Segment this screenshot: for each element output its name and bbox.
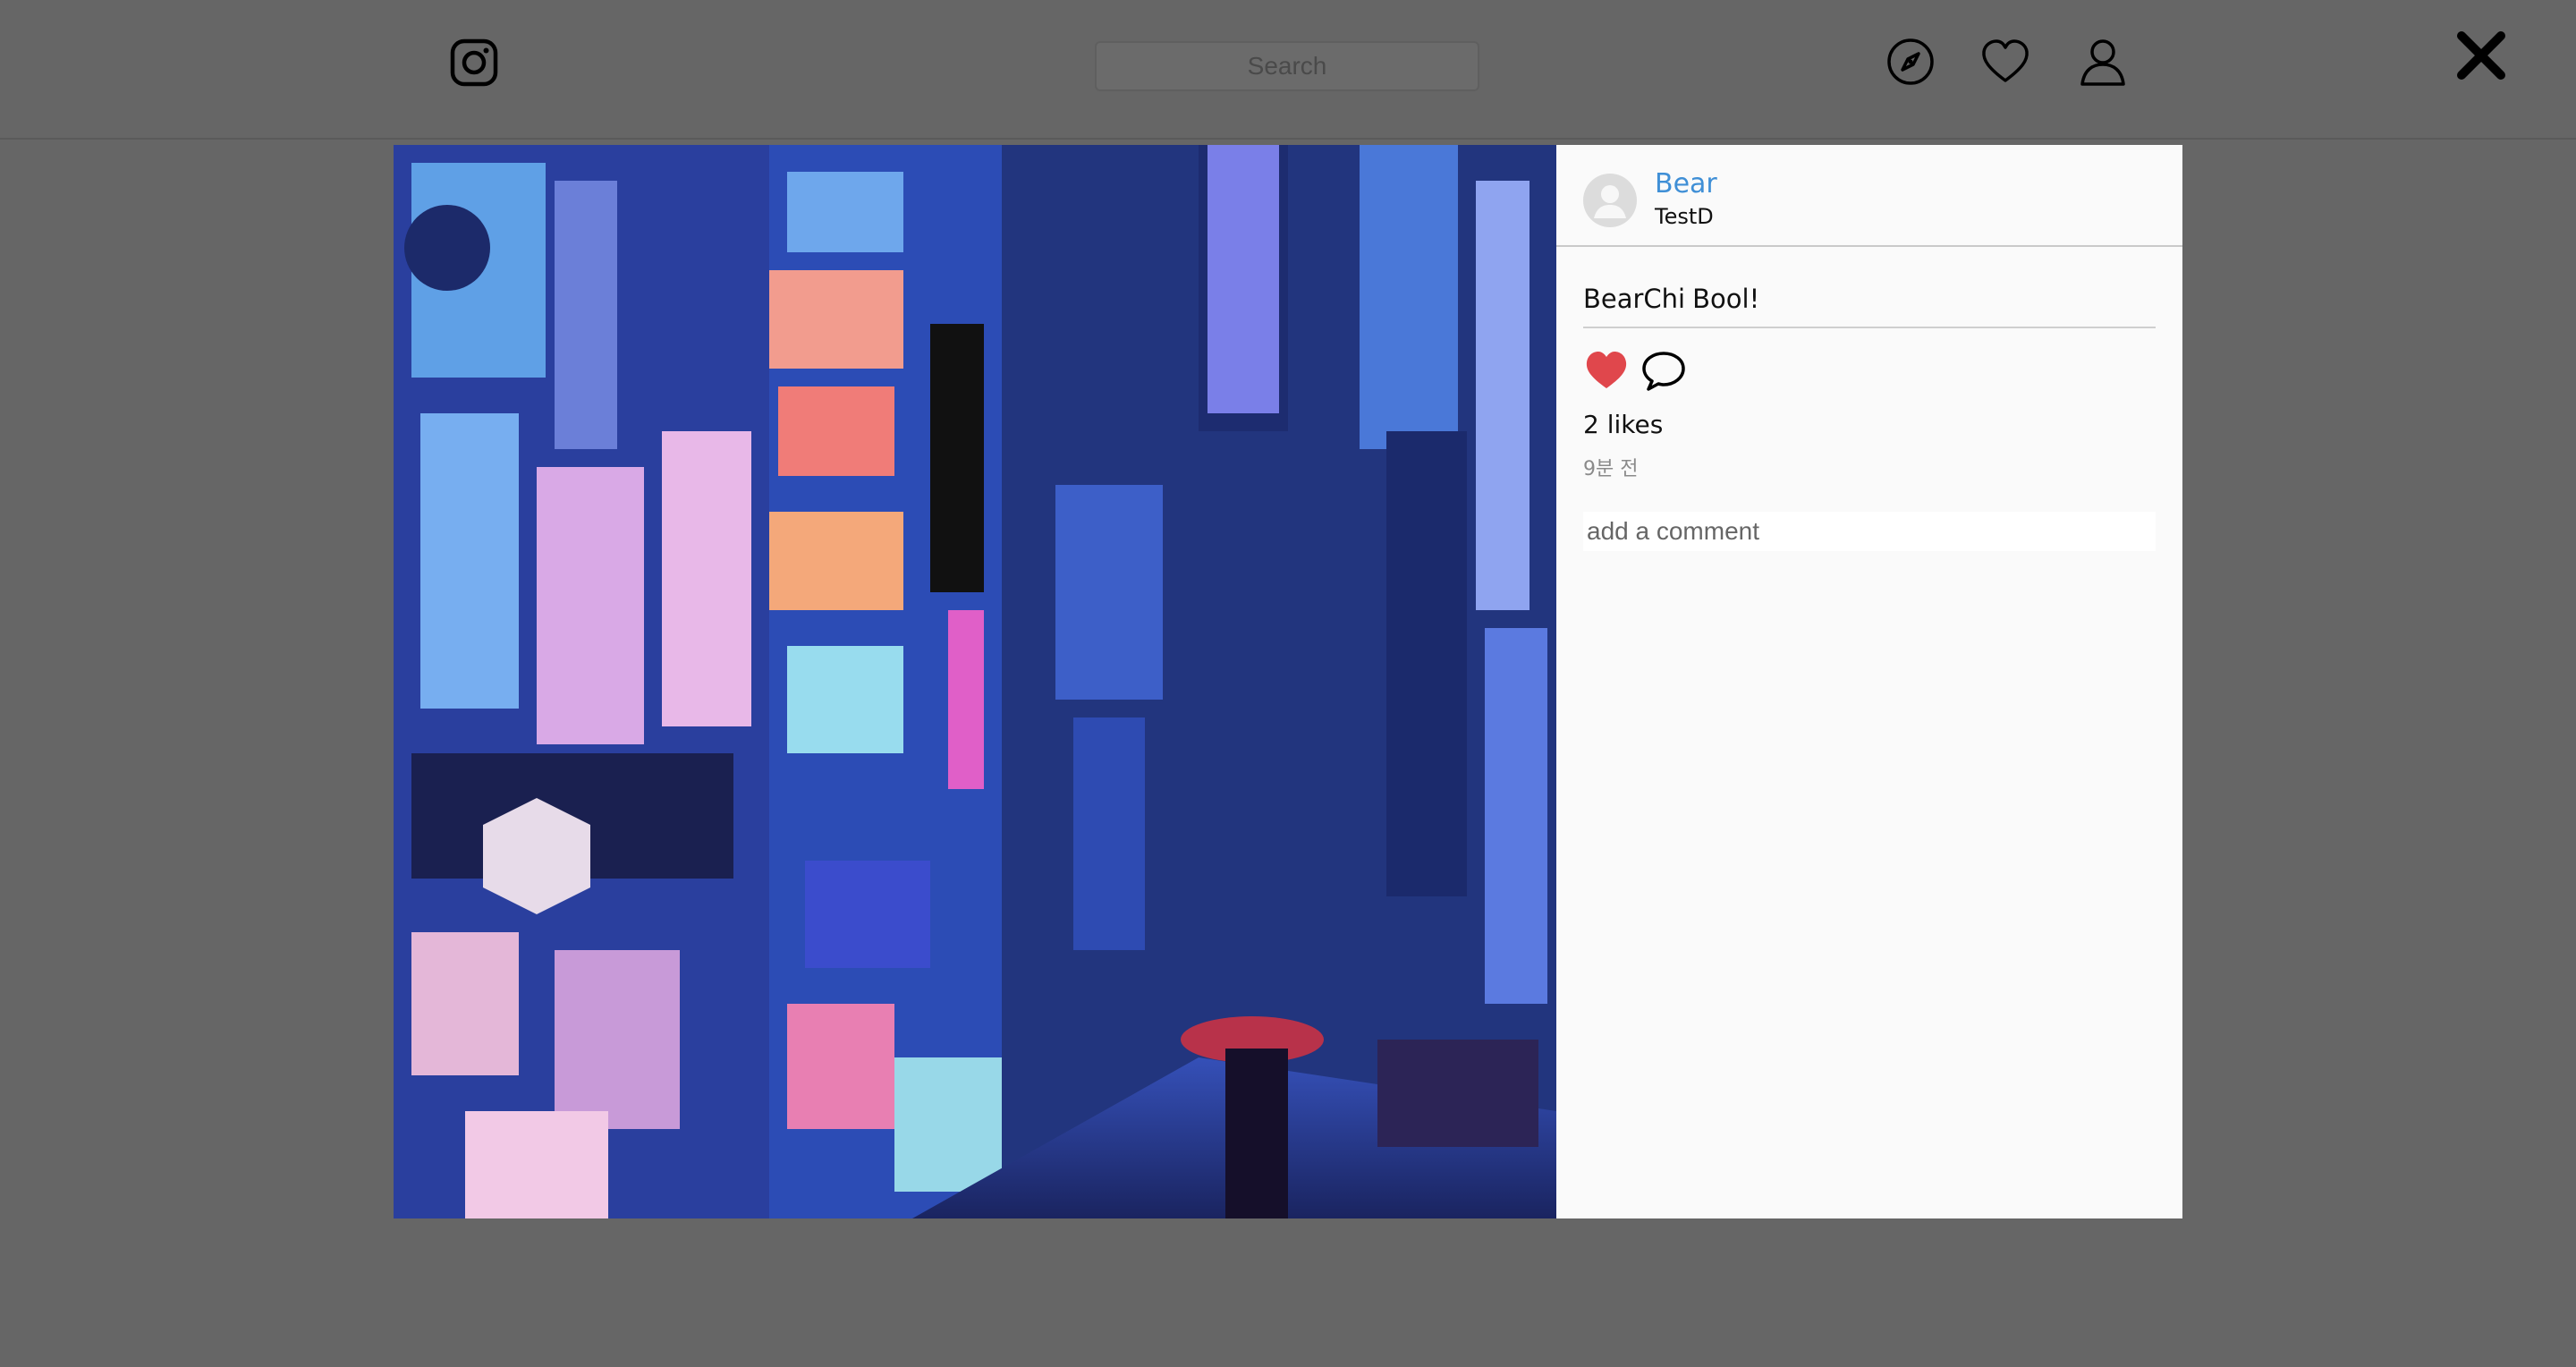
city-night-photo — [394, 145, 1556, 1218]
post-caption: BearChi Bool! — [1583, 284, 2156, 328]
top-navigation — [0, 0, 2576, 140]
post-details-panel: Bear TestD BearChi Bool! 2 likes 9분 전 — [1556, 145, 2182, 1218]
like-count: 2 likes — [1583, 410, 1664, 439]
post-modal: Bear TestD BearChi Bool! 2 likes 9분 전 — [394, 145, 2182, 1218]
avatar[interactable] — [1583, 174, 1637, 227]
heart-icon[interactable] — [1979, 36, 2031, 88]
caption-text: Bool! — [1692, 284, 1760, 314]
comment-input[interactable] — [1583, 512, 2156, 551]
caption-username[interactable]: BearChi — [1583, 284, 1685, 314]
user-icon[interactable] — [2077, 36, 2129, 88]
post-photo — [394, 145, 1556, 1218]
close-icon[interactable] — [2454, 29, 2508, 82]
author-location: TestD — [1655, 204, 1714, 229]
comment-icon[interactable] — [1640, 349, 1687, 392]
compass-icon[interactable] — [1885, 36, 1936, 88]
author-name-link[interactable]: Bear — [1655, 168, 1717, 200]
instagram-icon[interactable] — [449, 38, 499, 88]
post-header: Bear TestD — [1556, 145, 2182, 247]
post-timestamp: 9분 전 — [1583, 458, 1639, 480]
heart-filled-icon[interactable] — [1583, 347, 1630, 394]
search-input[interactable] — [1095, 41, 1479, 91]
